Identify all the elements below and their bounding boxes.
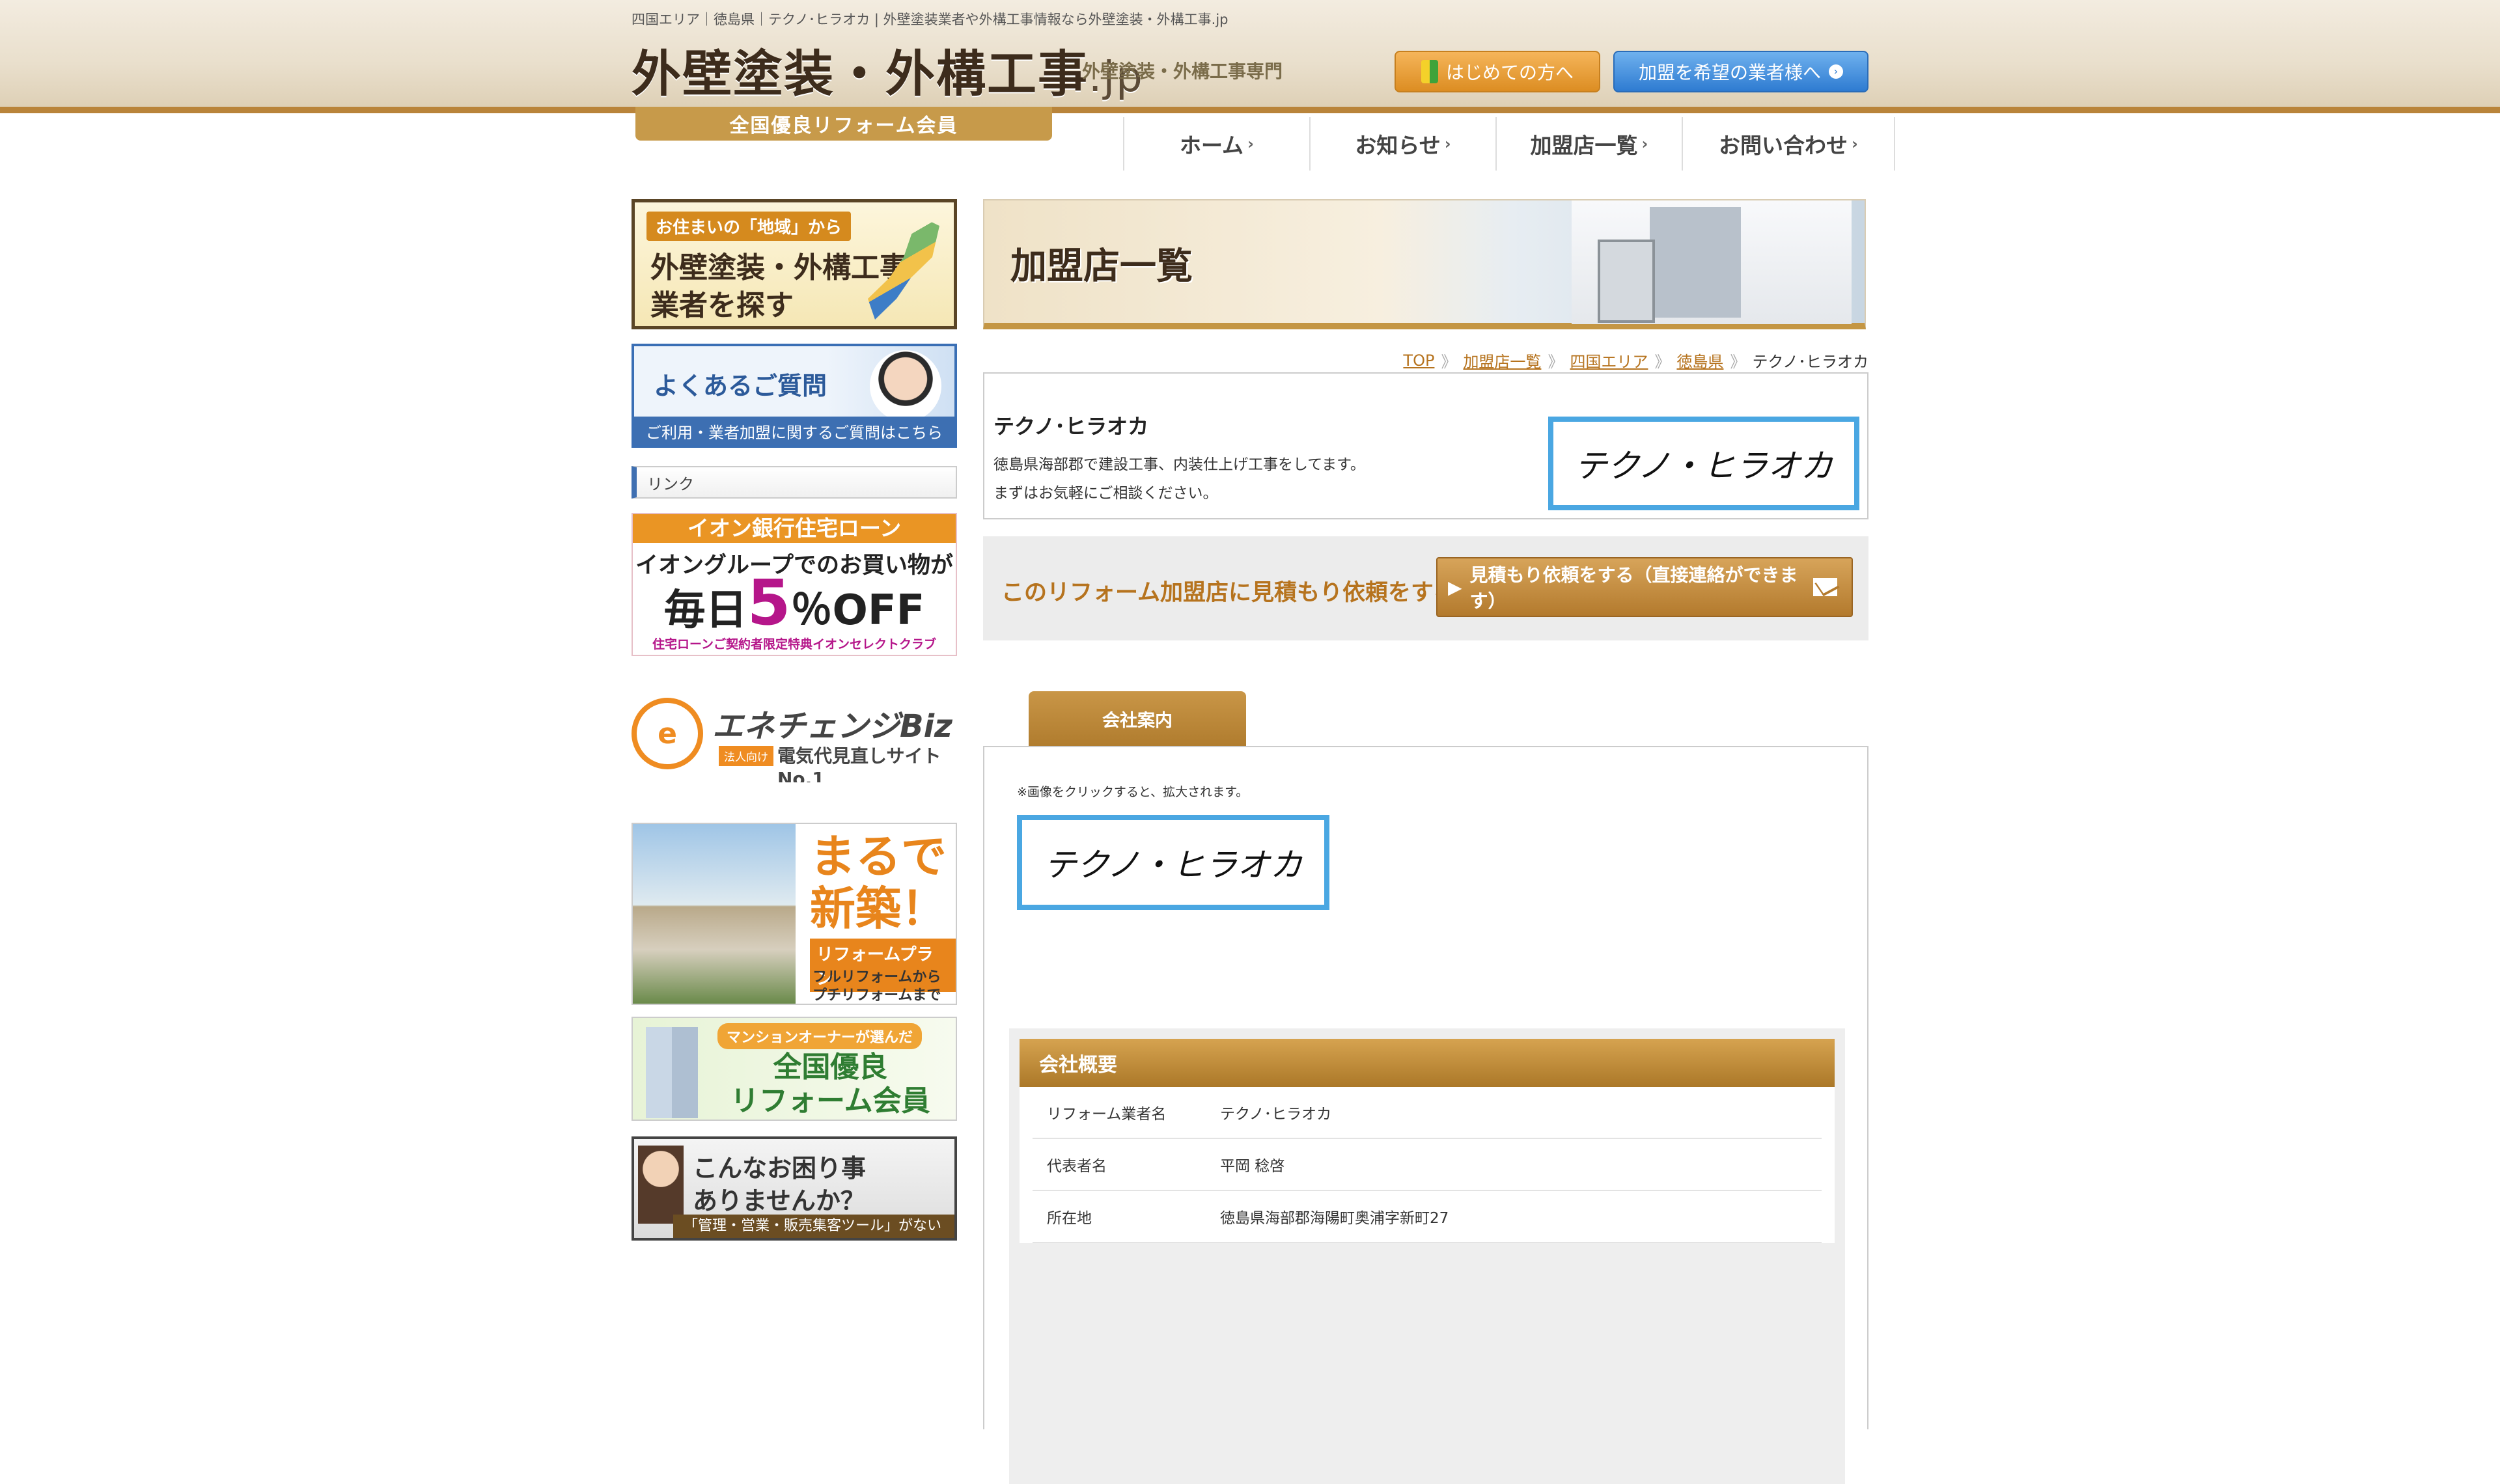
aeon-loan-banner[interactable]: イオン銀行住宅ローン イオングループでのお買い物が 毎日5％OFF 住宅ローンご… bbox=[632, 513, 957, 656]
crumb-separator-icon: 》 bbox=[1548, 353, 1564, 371]
global-nav: ホーム › お知らせ › 加盟店一覧 › お問い合わせ › bbox=[1123, 117, 1895, 171]
crumb-separator-icon: 》 bbox=[1654, 353, 1671, 371]
nav-item-contact[interactable]: お問い合わせ › bbox=[1682, 117, 1895, 171]
site-logo[interactable]: 外壁塗装・外構工事.jp bbox=[632, 34, 1144, 105]
first-time-button[interactable]: はじめての方へ bbox=[1395, 51, 1600, 92]
company-image-thumbnail[interactable]: テクノ・ヒラオカ bbox=[1017, 815, 1329, 910]
header-breadcrumb: 四国エリア｜徳島県｜テクノ･ヒラオカ | 外壁塗装業者や外構工事情報なら外壁塗装… bbox=[632, 12, 1229, 27]
crumb-top[interactable]: TOP bbox=[1403, 351, 1434, 370]
company-name: テクノ･ヒラオカ bbox=[993, 414, 1149, 439]
estimate-text: このリフォーム加盟店に見積もり依頼をする bbox=[1001, 580, 1456, 606]
join-button[interactable]: 加盟を希望の業者様へ › bbox=[1613, 51, 1868, 92]
play-arrow-icon: ▶ bbox=[1448, 576, 1462, 598]
nav-item-home[interactable]: ホーム › bbox=[1123, 117, 1309, 171]
company-description: 徳島県海部郡で建設工事、内装仕上げ工事をしてます。 まずはお気軽にご相談ください。 bbox=[993, 456, 1365, 502]
tab-company-info[interactable]: 会社案内 bbox=[1029, 691, 1246, 746]
member-badge: 全国優良リフォーム会員 bbox=[635, 107, 1052, 141]
enechange-logo-icon: e bbox=[632, 698, 703, 769]
table-row: 所在地 徳島県海部郡海陽町奥浦字新町27 bbox=[1033, 1191, 1822, 1243]
crumb-area[interactable]: 四国エリア bbox=[1570, 349, 1648, 372]
chevron-right-icon: › bbox=[1852, 135, 1858, 153]
trouble-banner[interactable]: こんなお困り事 ありませんか？ 「管理・営業・販売集客ツール」がない bbox=[632, 1136, 957, 1241]
circle-arrow-icon: › bbox=[1829, 64, 1843, 79]
building-illustration bbox=[646, 1027, 698, 1118]
crumb-prefecture[interactable]: 徳島県 bbox=[1676, 349, 1723, 372]
page-title: 加盟店一覧 bbox=[1010, 245, 1193, 288]
person-photo bbox=[638, 1146, 684, 1224]
company-overview: 会社概要 リフォーム業者名 テクノ･ヒラオカ 代表者名 平岡 稔啓 所在地 徳島県海部… bbox=[1009, 1028, 1845, 1484]
page-header: 加盟店一覧 bbox=[983, 199, 1866, 329]
estimate-button-label: 見積もり依頼をする（直接連絡ができます） bbox=[1469, 564, 1798, 612]
header-building-photo bbox=[1572, 200, 1852, 324]
nav-item-news[interactable]: お知らせ › bbox=[1309, 117, 1495, 171]
estimate-request-button[interactable]: ▶ 見積もり依頼をする（直接連絡ができます） bbox=[1436, 557, 1853, 617]
header: 四国エリア｜徳島県｜テクノ･ヒラオカ | 外壁塗装業者や外構工事情報なら外壁塗装… bbox=[632, 0, 1895, 171]
area-search-banner[interactable]: お住まいの「地域」から 外壁塗装・外構工事 業者を探す bbox=[632, 199, 957, 329]
join-label: 加盟を希望の業者様へ bbox=[1638, 62, 1821, 83]
tab-panel-company-info: ※画像をクリックすると、拡大されます。 テクノ・ヒラオカ 会社概要 リフォーム業… bbox=[983, 746, 1868, 1484]
crumb-members[interactable]: 加盟店一覧 bbox=[1463, 349, 1541, 372]
crumb-separator-icon: 》 bbox=[1730, 353, 1746, 371]
table-row: 代表者名 平岡 稔啓 bbox=[1033, 1139, 1822, 1191]
staff-photo bbox=[870, 350, 941, 422]
chevron-right-icon: › bbox=[1641, 135, 1648, 153]
chevron-right-icon: › bbox=[1247, 135, 1254, 153]
beginner-leaf-icon bbox=[1421, 60, 1438, 83]
mansion-owner-banner[interactable]: マンションオーナーが選んだ 全国優良 リフォーム会員 bbox=[632, 1017, 957, 1121]
enechange-banner[interactable]: e エネチェンジBiz 法人向け 電気代見直しサイトNo.1 bbox=[632, 691, 957, 782]
breadcrumb: TOP 》 加盟店一覧》 四国エリア》 徳島県》 テクノ･ヒラオカ bbox=[1403, 349, 1868, 372]
overview-table: リフォーム業者名 テクノ･ヒラオカ 代表者名 平岡 稔啓 所在地 徳島県海部郡海陽町奥… bbox=[1020, 1087, 1835, 1243]
house-photo bbox=[633, 824, 796, 1004]
crumb-current: テクノ･ヒラオカ bbox=[1752, 353, 1868, 371]
links-heading: リンク bbox=[632, 466, 957, 499]
table-row: リフォーム業者名 テクノ･ヒラオカ bbox=[1033, 1087, 1822, 1139]
faq-banner[interactable]: よくあるご質問 ご利用・業者加盟に関するご質問はこちら bbox=[632, 344, 957, 448]
image-note: ※画像をクリックすると、拡大されます。 bbox=[1017, 785, 1249, 799]
chevron-right-icon: › bbox=[1444, 135, 1451, 153]
logo-subtitle: 外壁塗装・外構工事専門 bbox=[1082, 61, 1283, 82]
logo-main-text: 外壁塗装・外構工事 bbox=[632, 45, 1089, 103]
estimate-band: このリフォーム加盟店に見積もり依頼をする ▶ 見積もり依頼をする（直接連絡ができ… bbox=[983, 536, 1868, 640]
overview-heading: 会社概要 bbox=[1020, 1039, 1835, 1087]
new-build-reform-banner[interactable]: まるで 新築！ リフォームプラン フルリフォームから プチリフォームまで bbox=[632, 823, 957, 1005]
company-logo: テクノ・ヒラオカ bbox=[1548, 417, 1859, 510]
mail-icon bbox=[1813, 578, 1837, 596]
first-time-label: はじめての方へ bbox=[1445, 62, 1574, 83]
crumb-separator-icon: 》 bbox=[1441, 353, 1457, 371]
nav-item-members[interactable]: 加盟店一覧 › bbox=[1495, 117, 1682, 171]
company-summary: テクノ･ヒラオカ 徳島県海部郡で建設工事、内装仕上げ工事をしてます。 まずはお気軽… bbox=[983, 372, 1868, 519]
